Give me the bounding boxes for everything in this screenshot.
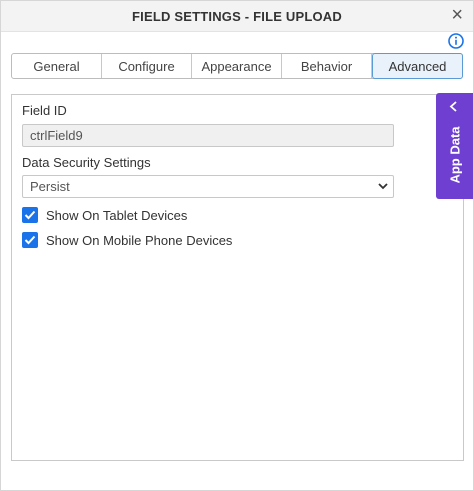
field-id-label: Field ID (22, 103, 67, 118)
app-data-label: App Data (447, 126, 462, 184)
app-data-panel-toggle[interactable]: App Data (436, 93, 473, 199)
tab-advanced[interactable]: Advanced (372, 53, 463, 79)
data-security-selected-value[interactable]: Persist (22, 175, 394, 198)
data-security-label: Data Security Settings (22, 155, 151, 170)
tab-configure[interactable]: Configure (102, 54, 192, 78)
mobile-checkbox[interactable] (22, 232, 38, 248)
info-icon[interactable] (448, 33, 464, 49)
check-icon (24, 235, 36, 245)
show-on-mobile-checkbox-row[interactable]: Show On Mobile Phone Devices (22, 232, 232, 248)
chevron-left-icon (449, 101, 457, 112)
dialog-title: FIELD SETTINGS - FILE UPLOAD (132, 9, 342, 24)
close-icon[interactable]: × (451, 4, 463, 26)
chevron-down-icon (378, 183, 388, 190)
tab-behavior[interactable]: Behavior (282, 54, 372, 78)
check-icon (24, 210, 36, 220)
data-security-select[interactable]: Persist (22, 175, 394, 198)
tablet-checkbox[interactable] (22, 207, 38, 223)
show-on-tablet-checkbox-row[interactable]: Show On Tablet Devices (22, 207, 187, 223)
mobile-checkbox-label: Show On Mobile Phone Devices (46, 232, 233, 248)
tab-appearance[interactable]: Appearance (192, 54, 282, 78)
tab-bar: General Configure Appearance Behavior Ad… (11, 53, 463, 79)
tab-general[interactable]: General (12, 54, 102, 78)
tablet-checkbox-label: Show On Tablet Devices (46, 207, 188, 223)
advanced-panel: Field ID Data Security Settings Persist … (11, 94, 464, 461)
title-bar: FIELD SETTINGS - FILE UPLOAD × (1, 1, 473, 32)
field-id-input[interactable] (22, 124, 394, 147)
field-settings-dialog: FIELD SETTINGS - FILE UPLOAD × General C… (0, 0, 474, 491)
